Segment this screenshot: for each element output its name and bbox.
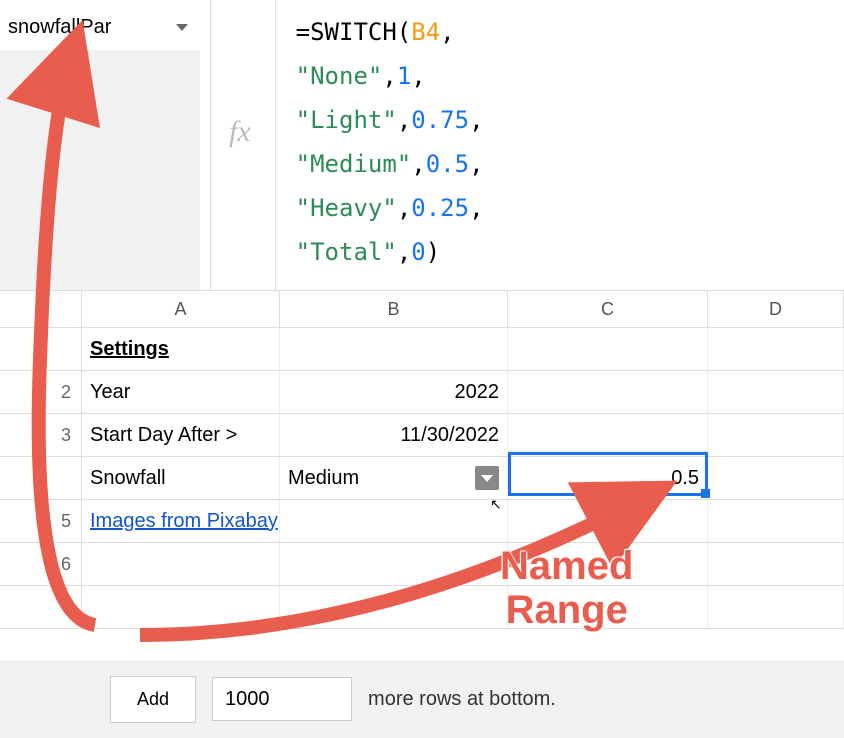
- cell-c4[interactable]: 0.5: [508, 457, 708, 499]
- cell-d5[interactable]: [708, 500, 844, 542]
- name-box[interactable]: snowfallPar: [0, 8, 200, 46]
- column-header-d[interactable]: D: [708, 291, 844, 327]
- row-header-6[interactable]: 6: [0, 543, 82, 585]
- add-rows-button[interactable]: Add: [110, 676, 196, 723]
- column-header-c[interactable]: C: [508, 291, 708, 327]
- select-all-corner[interactable]: [0, 291, 82, 327]
- cell-c7[interactable]: [508, 586, 708, 628]
- cell-a2[interactable]: Year: [82, 371, 280, 413]
- more-rows-label: more rows at bottom.: [368, 688, 556, 711]
- cell-d1[interactable]: [708, 328, 844, 370]
- formula-bar: fx =SWITCH(B4, "None",1, "Light",0.75, "…: [210, 0, 484, 290]
- cell-c1[interactable]: [508, 328, 708, 370]
- formula-line-2: "None",1,: [296, 54, 484, 98]
- formula-toolbar: snowfallPar fx =SWITCH(B4, "None",1, "Li…: [0, 0, 844, 290]
- cell-d3[interactable]: [708, 414, 844, 456]
- cell-d7[interactable]: [708, 586, 844, 628]
- cell-b5[interactable]: [280, 500, 508, 542]
- spreadsheet-grid: A B C D Settings 2 Year 2022 3 Start Day…: [0, 290, 844, 629]
- cell-a4[interactable]: Snowfall: [82, 457, 280, 499]
- add-rows-bar: Add more rows at bottom.: [0, 660, 844, 738]
- toolbar-grey-bg: [0, 50, 200, 290]
- table-row: Settings: [0, 328, 844, 371]
- cell-c5[interactable]: [508, 500, 708, 542]
- row-header-4[interactable]: [0, 457, 82, 499]
- name-box-container: snowfallPar: [0, 0, 200, 46]
- table-row: Snowfall Medium 0.5: [0, 457, 844, 500]
- cell-a5[interactable]: Images from Pixabay: [82, 500, 280, 542]
- cell-c3[interactable]: [508, 414, 708, 456]
- formula-line-5: "Heavy",0.25,: [296, 186, 484, 230]
- column-headers-row: A B C D: [0, 290, 844, 328]
- row-header-2[interactable]: 2: [0, 371, 82, 413]
- formula-line-3: "Light",0.75,: [296, 98, 484, 142]
- table-row: 3 Start Day After > 11/30/2022: [0, 414, 844, 457]
- cell-b6[interactable]: [280, 543, 508, 585]
- cell-c6[interactable]: [508, 543, 708, 585]
- row-count-input[interactable]: [212, 677, 352, 721]
- cell-b7[interactable]: [280, 586, 508, 628]
- cell-a1[interactable]: Settings: [82, 328, 280, 370]
- cell-b1[interactable]: [280, 328, 508, 370]
- chevron-down-icon[interactable]: [176, 24, 188, 31]
- row-header-7[interactable]: 7: [0, 586, 82, 628]
- formula-line-6: "Total",0): [296, 230, 484, 274]
- table-row: 5 Images from Pixabay: [0, 500, 844, 543]
- cell-d6[interactable]: [708, 543, 844, 585]
- row-header-3[interactable]: 3: [0, 414, 82, 456]
- cell-c2[interactable]: [508, 371, 708, 413]
- formula-line-4: "Medium",0.5,: [296, 142, 484, 186]
- fx-icon: fx: [229, 115, 251, 149]
- cell-a7[interactable]: [82, 586, 280, 628]
- settings-heading: Settings: [90, 338, 169, 361]
- table-row: 2 Year 2022: [0, 371, 844, 414]
- formula-input[interactable]: =SWITCH(B4, "None",1, "Light",0.75, "Med…: [275, 0, 484, 290]
- snowfall-dropdown[interactable]: Medium: [288, 466, 499, 490]
- cell-a6[interactable]: [82, 543, 280, 585]
- formula-line-1: =SWITCH(B4,: [296, 10, 484, 54]
- chevron-down-icon[interactable]: [475, 466, 499, 490]
- table-row: 6: [0, 543, 844, 586]
- cell-d2[interactable]: [708, 371, 844, 413]
- dropdown-value: Medium: [288, 467, 359, 490]
- column-header-a[interactable]: A: [82, 291, 280, 327]
- cell-b3[interactable]: 11/30/2022: [280, 414, 508, 456]
- row-header-1[interactable]: [0, 328, 82, 370]
- cell-a3[interactable]: Start Day After >: [82, 414, 280, 456]
- cell-b2[interactable]: 2022: [280, 371, 508, 413]
- cell-b4[interactable]: Medium: [280, 457, 508, 499]
- table-row: 7: [0, 586, 844, 629]
- row-header-5[interactable]: 5: [0, 500, 82, 542]
- name-box-value: snowfallPar: [8, 16, 111, 39]
- pixabay-link[interactable]: Images from Pixabay: [90, 510, 278, 533]
- cell-d4[interactable]: [708, 457, 844, 499]
- column-header-b[interactable]: B: [280, 291, 508, 327]
